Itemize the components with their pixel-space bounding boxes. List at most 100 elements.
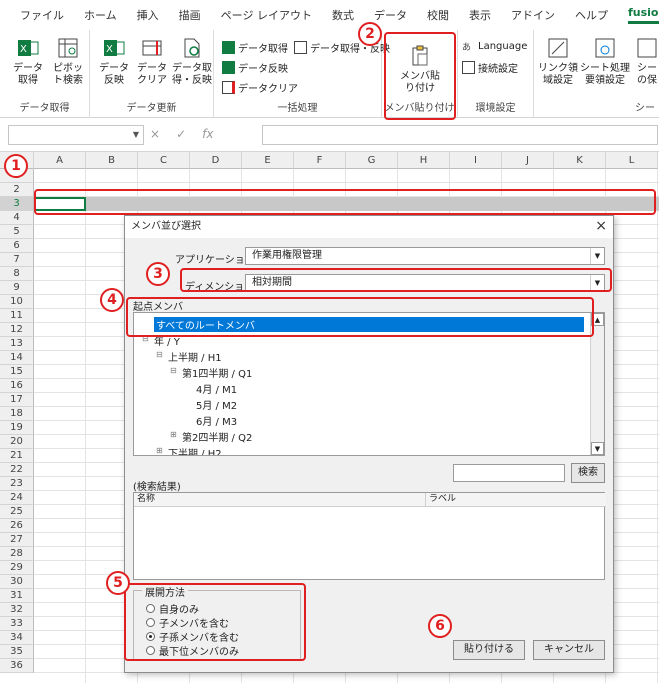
expand-icon[interactable]: ⊞ (170, 430, 177, 439)
pivot-search-button[interactable]: ピボッ ト検索 (50, 36, 86, 87)
tree-node[interactable]: 第2四半期 / Q2 (182, 429, 252, 444)
row-header[interactable]: 18 (0, 407, 34, 421)
data-clear-button[interactable]: データ クリア (134, 36, 170, 87)
tree-node[interactable]: 4月 / M1 (196, 381, 237, 396)
row-header[interactable]: 16 (0, 379, 34, 393)
row-header[interactable]: 28 (0, 547, 34, 561)
column-header[interactable]: G (346, 152, 398, 169)
column-header[interactable]: J (502, 152, 554, 169)
column-header[interactable]: K (554, 152, 606, 169)
tab-10[interactable]: ヘルプ (575, 7, 608, 23)
collapse-icon[interactable]: ⊟ (170, 366, 177, 375)
name-box[interactable]: ▼ (8, 125, 144, 145)
row-header[interactable]: 2 (0, 183, 34, 197)
tree-node[interactable]: 第1四半期 / Q1 (182, 365, 252, 380)
row-header[interactable]: 5 (0, 225, 34, 239)
expand-icon[interactable]: ⊞ (156, 446, 163, 455)
row-header[interactable]: 9 (0, 281, 34, 295)
row-header[interactable]: 19 (0, 421, 34, 435)
column-header[interactable]: A (34, 152, 86, 169)
row-header[interactable]: 29 (0, 561, 34, 575)
row-header[interactable]: 6 (0, 239, 34, 253)
connection-settings-button[interactable]: 接続設定 (462, 60, 518, 75)
row-header[interactable]: 3 (0, 197, 34, 211)
tab-4[interactable]: ページ レイアウト (221, 7, 312, 23)
tab-6[interactable]: データ (374, 7, 407, 23)
column-header[interactable]: B (86, 152, 138, 169)
batch-data-reflect-button[interactable]: データ反映 (222, 60, 288, 75)
row-header[interactable]: 36 (0, 659, 34, 673)
row-header[interactable]: 22 (0, 463, 34, 477)
row-header[interactable]: 7 (0, 253, 34, 267)
row-header[interactable]: 31 (0, 589, 34, 603)
column-header[interactable]: E (242, 152, 294, 169)
column-header[interactable]: C (138, 152, 190, 169)
data-get-reflect-button[interactable]: データ取 得・反映 (172, 36, 212, 87)
row-header[interactable]: 4 (0, 211, 34, 225)
data-reflect-button[interactable]: X データ 反映 (96, 36, 132, 87)
link-area-button[interactable]: リンク領 域設定 (538, 36, 578, 87)
tab-3[interactable]: 描画 (179, 7, 201, 23)
group-env: あ Language 接続設定 環境設定 (458, 30, 534, 118)
results-table[interactable]: 名称 ラベル (133, 492, 606, 580)
row-header[interactable]: 20 (0, 435, 34, 449)
column-header[interactable]: L (606, 152, 658, 169)
sheet-settings-button[interactable]: シート処理 要領設定 (580, 36, 630, 87)
application-select[interactable]: 作業用権限管理 ▼ (245, 247, 605, 265)
batch-data-get-button[interactable]: データ取得 (222, 40, 288, 55)
row-header[interactable]: 11 (0, 309, 34, 323)
row-header[interactable]: 35 (0, 645, 34, 659)
tab-0[interactable]: ファイル (20, 7, 64, 23)
tab-7[interactable]: 校閲 (427, 7, 449, 23)
row-header[interactable]: 23 (0, 477, 34, 491)
row-header[interactable]: 24 (0, 491, 34, 505)
tab-11[interactable]: fusions (627, 6, 659, 24)
column-header[interactable]: H (398, 152, 450, 169)
tab-5[interactable]: 数式 (332, 7, 354, 23)
row-header[interactable]: 32 (0, 603, 34, 617)
paste-button[interactable]: 貼り付ける (453, 640, 525, 660)
row-header[interactable]: 17 (0, 393, 34, 407)
row-header[interactable]: 34 (0, 631, 34, 645)
language-button[interactable]: あ Language (462, 40, 527, 53)
column-header[interactable]: D (190, 152, 242, 169)
row-header[interactable]: 12 (0, 323, 34, 337)
cancel-button[interactable]: キャンセル (533, 640, 605, 660)
chevron-down-icon[interactable]: ▼ (133, 130, 139, 139)
row-header[interactable]: 21 (0, 449, 34, 463)
tree-node[interactable]: 下半期 / H2 (168, 445, 222, 455)
tab-1[interactable]: ホーム (84, 7, 117, 23)
close-icon[interactable]: × (595, 218, 607, 234)
row-header[interactable]: 30 (0, 575, 34, 589)
collapse-icon[interactable]: ⊟ (156, 350, 163, 359)
row-header[interactable]: 26 (0, 519, 34, 533)
batch-data-clear-button[interactable]: データクリア (222, 80, 298, 95)
formula-input[interactable] (262, 125, 658, 145)
row-header[interactable]: 33 (0, 617, 34, 631)
fx-icon[interactable]: fx (202, 127, 213, 141)
row-header[interactable]: 14 (0, 351, 34, 365)
confirm-icon[interactable]: ✓ (176, 127, 186, 141)
tree-node[interactable]: 5月 / M2 (196, 397, 237, 412)
sheet-save-button[interactable]: シー の保 (634, 36, 659, 87)
chevron-down-icon[interactable]: ▼ (590, 248, 604, 264)
tab-8[interactable]: 表示 (469, 7, 491, 23)
tab-2[interactable]: 挿入 (137, 7, 159, 23)
column-header[interactable]: I (450, 152, 502, 169)
search-button[interactable]: 検索 (571, 463, 605, 483)
tab-9[interactable]: アドイン (511, 7, 555, 23)
cancel-icon[interactable]: × (150, 127, 160, 141)
data-get-button[interactable]: X データ 取得 (10, 36, 46, 87)
row-header[interactable]: 25 (0, 505, 34, 519)
scroll-down-icon[interactable]: ▼ (591, 442, 604, 455)
refresh-doc-icon (184, 38, 200, 58)
search-input[interactable] (453, 464, 565, 482)
row-header[interactable]: 15 (0, 365, 34, 379)
row-header[interactable]: 10 (0, 295, 34, 309)
tree-node[interactable]: 6月 / M3 (196, 413, 237, 428)
tree-node[interactable]: 上半期 / H1 (168, 349, 222, 364)
column-header[interactable]: F (294, 152, 346, 169)
row-header[interactable]: 27 (0, 533, 34, 547)
row-header[interactable]: 8 (0, 267, 34, 281)
row-header[interactable]: 13 (0, 337, 34, 351)
